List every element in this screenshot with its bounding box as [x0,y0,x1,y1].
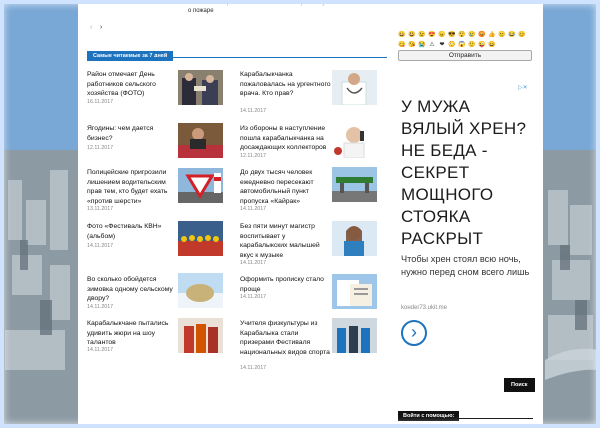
content-page: талантов составлении фиктивного акта Пож… [78,0,543,428]
article-thumbnail-winter-hay[interactable] [178,273,223,308]
prev-article-fragment[interactable]: составлении фиктивного акта [188,0,271,6]
prev-article-fragment[interactable]: талантов [88,0,113,6]
emoji-button[interactable]: 😡 [478,31,486,39]
emoji-button[interactable]: 😱 [458,41,466,49]
article-thumbnail-road-sign[interactable] [178,168,223,203]
article-thumbnail-doctor[interactable] [332,70,377,105]
article-title[interactable]: Во сколько обойдется зимовка одному сель… [87,275,179,304]
article-date: 12.11.2017 [87,145,114,151]
section-divider [87,57,387,58]
emoji-button[interactable]: 👍 [488,31,496,39]
article-title[interactable]: Карабалыкчанка пожаловалась на ургентног… [240,70,332,99]
emoji-button[interactable]: 😘 [408,41,416,49]
article-thumbnail-girl-smiling[interactable] [332,221,377,256]
article-thumbnail-documents[interactable] [332,274,377,309]
emoji-button[interactable]: 😃 [408,31,416,39]
social-login-title: Войти с помощью: [398,411,460,421]
article-thumbnail-woman-phone[interactable] [332,123,377,158]
ad-arrow-glyph: › [411,322,417,342]
article-date: 12.11.2017 [240,153,267,159]
article-title[interactable]: Ягодины: чем дается бизнес? [87,124,179,143]
article-date: 13.11.2017 [87,206,114,212]
emoji-button[interactable]: 😢 [468,31,476,39]
emoji-button[interactable]: 😭 [418,41,426,49]
emoji-button[interactable]: 😐 [498,31,506,39]
emoji-button[interactable]: 😎 [448,31,456,39]
emoji-button[interactable]: 😀 [398,31,406,39]
article-thumbnail-dancers[interactable] [178,318,223,353]
ad-subtext[interactable]: Чтобы хрен стоял всю ночь, нужно перед с… [401,253,531,279]
article-thumbnail-kvn-stage[interactable] [178,221,223,256]
prev-article-fragment[interactable]: Пожарная служба [286,0,336,6]
social-login-divider [398,418,533,419]
article-date: 14.11.2017 [87,243,114,249]
emoji-button[interactable]: 😉 [418,31,426,39]
article-title[interactable]: Район отмечает День работников сельского… [87,70,179,99]
pager-next-button[interactable]: › [100,24,102,31]
article-thumbnail-men-suits[interactable] [178,70,223,105]
emoji-button[interactable]: 🙂 [468,41,476,49]
emoji-button[interactable]: 😋 [398,41,406,49]
emoji-button[interactable]: ⚠ [428,41,436,49]
article-date: 14.11.2017 [240,294,267,300]
emoji-button[interactable]: 😄 [488,41,496,49]
article-title[interactable]: Из обороны в наступление пошла карабалык… [240,124,332,153]
emoji-button[interactable]: 😜 [478,41,486,49]
article-date: 14.11.2017 [240,365,267,371]
most-read-section-title: Самые читаемые за 7 дней [87,51,174,61]
article-thumbnail-border-post[interactable] [332,167,377,202]
pager-prev-button[interactable]: ‹ [90,24,92,31]
prev-article-fragment[interactable]: о пожаре [188,8,214,14]
article-title[interactable]: Полицейские пригрозили лишением водитель… [87,168,179,206]
emoji-button[interactable]: 😂 [508,31,516,39]
article-date: 14.11.2017 [87,347,114,353]
send-button[interactable]: Отправить [398,50,532,61]
emoji-button[interactable]: 😠 [438,31,446,39]
emoji-button[interactable]: 😍 [428,31,436,39]
ad-headline[interactable]: У МУЖА ВЯЛЫЙ ХРЕН? НЕ БЕДА - СЕКРЕТ МОЩН… [401,96,531,250]
article-title[interactable]: Оформить прописку стало проще [240,275,332,294]
emoji-button[interactable]: ❤ [438,41,446,49]
article-date: 14.11.2017 [87,304,114,310]
article-thumbnail-man-berries[interactable] [178,123,223,158]
article-thumbnail-teachers[interactable] [332,318,377,353]
article-title[interactable]: Без пяти минут магистр воспитывает у кар… [240,222,332,260]
article-date: 14.11.2017 [240,260,267,266]
emoji-button[interactable]: 😳 [448,41,456,49]
search-button[interactable]: Поиск [504,378,535,392]
emoji-button[interactable]: 😊 [518,31,526,39]
ad-choices-icon[interactable]: ▷✕ [518,84,528,91]
ad-arrow-icon[interactable]: › [401,320,427,346]
ad-domain[interactable]: koнder73.ukit.me [401,305,447,311]
article-date: 14.11.2017 [240,206,267,212]
emoji-reactions: 😀 😃 😉 😍 😠 😎 😲 😢 😡 👍 😐 😂 😊 😋 😘 😭 ⚠ ❤ 😳 😱 … [398,31,530,49]
article-title[interactable]: Учителя физкультуры из Карабалыка стали … [240,319,332,357]
article-title[interactable]: Карабалыкчане пытались удивить жюри на ш… [87,319,179,348]
article-title[interactable]: Фото «Фестиваль КВН» (альбом) [87,222,179,241]
article-date: 14.11.2017 [240,108,267,114]
article-title[interactable]: До двух тысяч человек ежедневно пересека… [240,168,332,206]
article-date: 16.11.2017 [87,99,114,105]
emoji-button[interactable]: 😲 [458,31,466,39]
